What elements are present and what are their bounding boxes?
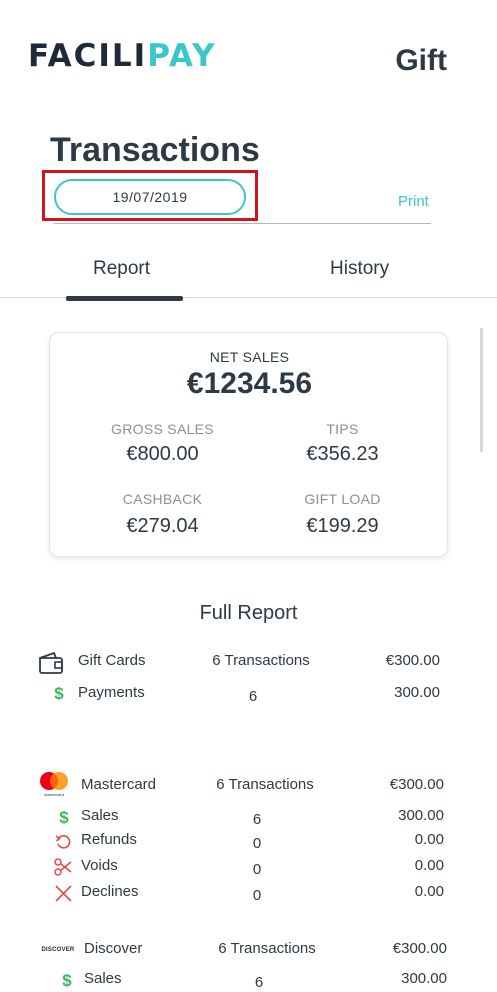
gift-load-label: GIFT LOAD [304,491,381,507]
mastercard-logo-text: mastercard [43,792,64,797]
payments-amount: 300.00 [394,684,440,701]
mastercard-declines-row: Declines 0 0.00 [0,883,497,907]
tips-value: €356.23 [306,443,379,465]
mastercard-row[interactable]: mastercard Mastercard 6 Transactions €30… [0,772,497,800]
net-sales-value: €1234.56 [186,367,313,400]
discover-transactions: 6 Transactions [218,940,316,957]
declines-label: Declines [81,883,139,900]
facilipay-logo: FACILI PAY [28,38,217,74]
discover-sales-amount: 300.00 [401,970,447,987]
gift-cards-transactions: 6 Transactions [212,652,310,669]
sales-label: Sales [81,807,119,824]
logo-text-facili: FACILI [28,38,148,74]
gift-payments-row: $ Payments 6 300.00 [0,684,497,708]
mastercard-amount: €300.00 [389,776,444,793]
tab-history[interactable]: History [330,258,389,280]
full-report-heading: Full Report [199,602,298,624]
mastercard-refunds-row: Refunds 0 0.00 [0,831,497,855]
gift-cards-label: Gift Cards [78,652,146,669]
date-picker-button[interactable]: 19/07/2019 [54,179,246,215]
dollar-icon: $ [59,808,69,827]
gift-cards-row[interactable]: Gift Cards 6 Transactions €300.00 [0,650,497,676]
voids-label: Voids [81,857,118,874]
declines-count: 0 [252,887,262,904]
payments-count: 6 [248,688,258,705]
active-tab-indicator [66,296,183,301]
divider [54,223,431,224]
scrollbar[interactable] [480,328,483,452]
dollar-icon: $ [54,684,64,703]
page-title: Transactions [50,131,260,169]
mastercard-logo-icon: mastercard [37,771,71,799]
refunds-label: Refunds [81,831,137,848]
refunds-amount: 0.00 [414,831,444,848]
x-icon [54,884,72,902]
cashback-label: CASHBACK [122,491,203,507]
discover-amount: €300.00 [392,940,447,957]
discover-logo-icon: DISCOVER [41,947,75,953]
scissors-icon [54,858,72,876]
cashback-value: €279.04 [126,515,199,537]
gift-load-value: €199.29 [306,515,379,537]
discover-sales-row: $ Sales 6 300.00 [0,970,497,992]
gross-sales-label: GROSS SALES [111,421,214,437]
header-title: Gift [395,44,447,77]
refunds-count: 0 [252,835,262,852]
print-link[interactable]: Print [398,193,429,210]
refund-icon [54,833,72,851]
mastercard-transactions: 6 Transactions [216,776,314,793]
discover-label: Discover [84,940,143,957]
sales-amount: 300.00 [398,807,444,824]
payments-label: Payments [78,684,145,701]
gross-sales-value: €800.00 [126,443,199,465]
sales-count: 6 [252,811,262,828]
discover-sales-count: 6 [254,974,264,991]
voids-amount: 0.00 [414,857,444,874]
discover-sales-label: Sales [84,970,122,987]
dollar-icon: $ [62,971,72,990]
gift-cards-amount: €300.00 [385,652,440,669]
summary-card: NET SALES €1234.56 GROSS SALES €800.00 T… [49,332,448,557]
voids-count: 0 [252,861,262,878]
wallet-icon [36,650,66,676]
declines-amount: 0.00 [414,883,444,900]
mastercard-voids-row: Voids 0 0.00 [0,857,497,881]
discover-row[interactable]: DISCOVER Discover 6 Transactions €300.00 [0,940,497,964]
net-sales-label: NET SALES [209,349,290,365]
tab-report[interactable]: Report [93,258,150,280]
tips-label: TIPS [326,421,359,437]
mastercard-label: Mastercard [81,776,157,793]
logo-text-pay: PAY [147,38,217,74]
mastercard-sales-row: $ Sales 6 300.00 [0,807,497,831]
